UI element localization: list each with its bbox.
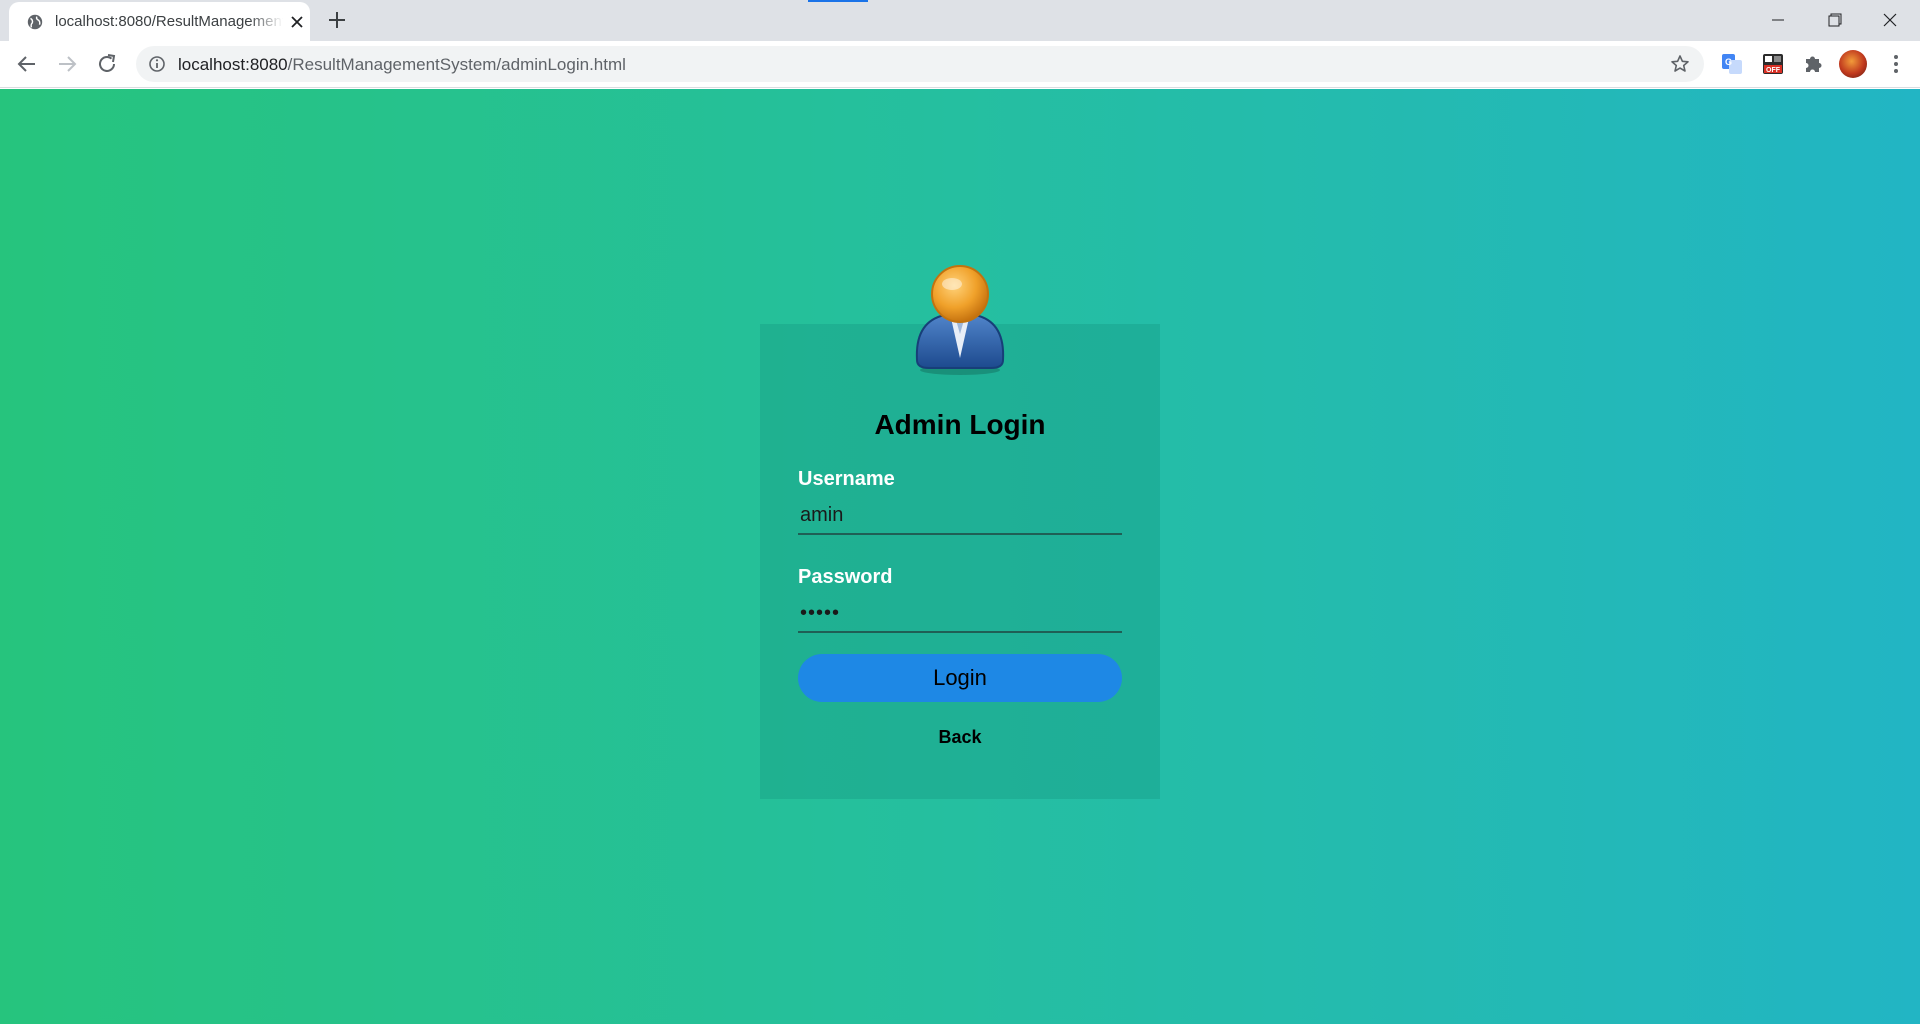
arrow-right-icon[interactable] bbox=[54, 51, 80, 77]
reload-icon[interactable] bbox=[94, 51, 120, 77]
translate-icon[interactable]: G bbox=[1720, 52, 1744, 76]
password-label: Password bbox=[798, 566, 893, 588]
login-button[interactable]: Login bbox=[798, 654, 1122, 702]
page-background: Admin Login Username Password Login Back bbox=[0, 89, 1920, 1024]
window-close-icon[interactable] bbox=[1870, 6, 1910, 34]
url-text[interactable]: localhost:8080/ResultManagementSystem/ad… bbox=[178, 55, 626, 75]
plus-icon[interactable] bbox=[326, 9, 348, 31]
puzzle-icon[interactable] bbox=[1801, 52, 1825, 76]
url-path: /ResultManagementSystem/adminLogin.html bbox=[287, 55, 626, 74]
svg-text:G: G bbox=[1725, 57, 1732, 67]
browser-toolbar: localhost:8080/ResultManagementSystem/ad… bbox=[0, 41, 1920, 88]
star-icon[interactable] bbox=[1670, 54, 1690, 74]
off-badge-icon[interactable]: OFF bbox=[1761, 52, 1785, 76]
tab-strip: localhost:8080/ResultManagementSystem/ad… bbox=[0, 0, 1920, 41]
arrow-left-icon[interactable] bbox=[14, 51, 40, 77]
user-avatar-icon bbox=[915, 265, 1005, 375]
browser-tab[interactable]: localhost:8080/ResultManagementSystem/ad… bbox=[9, 2, 310, 41]
password-input[interactable] bbox=[798, 595, 1122, 633]
info-icon[interactable] bbox=[148, 55, 166, 73]
username-label: Username bbox=[798, 468, 895, 490]
address-bar[interactable]: localhost:8080/ResultManagementSystem/ad… bbox=[136, 46, 1704, 82]
kebab-menu-icon[interactable] bbox=[1884, 52, 1908, 76]
svg-text:OFF: OFF bbox=[1766, 67, 1781, 74]
back-link[interactable]: Back bbox=[760, 727, 1160, 748]
url-host: localhost:8080 bbox=[178, 55, 288, 74]
avatar[interactable] bbox=[1839, 50, 1867, 78]
minimize-icon[interactable] bbox=[1758, 6, 1798, 34]
login-form: Admin Login Username Password Login Back bbox=[760, 265, 1160, 799]
globe-icon bbox=[27, 14, 43, 30]
tab-title: localhost:8080/ResultManagementSystem/ad… bbox=[55, 13, 283, 30]
loading-indicator bbox=[808, 0, 868, 2]
restore-icon[interactable] bbox=[1814, 6, 1854, 34]
username-input[interactable] bbox=[798, 497, 1122, 535]
page-title: Admin Login bbox=[874, 409, 1046, 440]
close-icon[interactable] bbox=[289, 14, 305, 30]
